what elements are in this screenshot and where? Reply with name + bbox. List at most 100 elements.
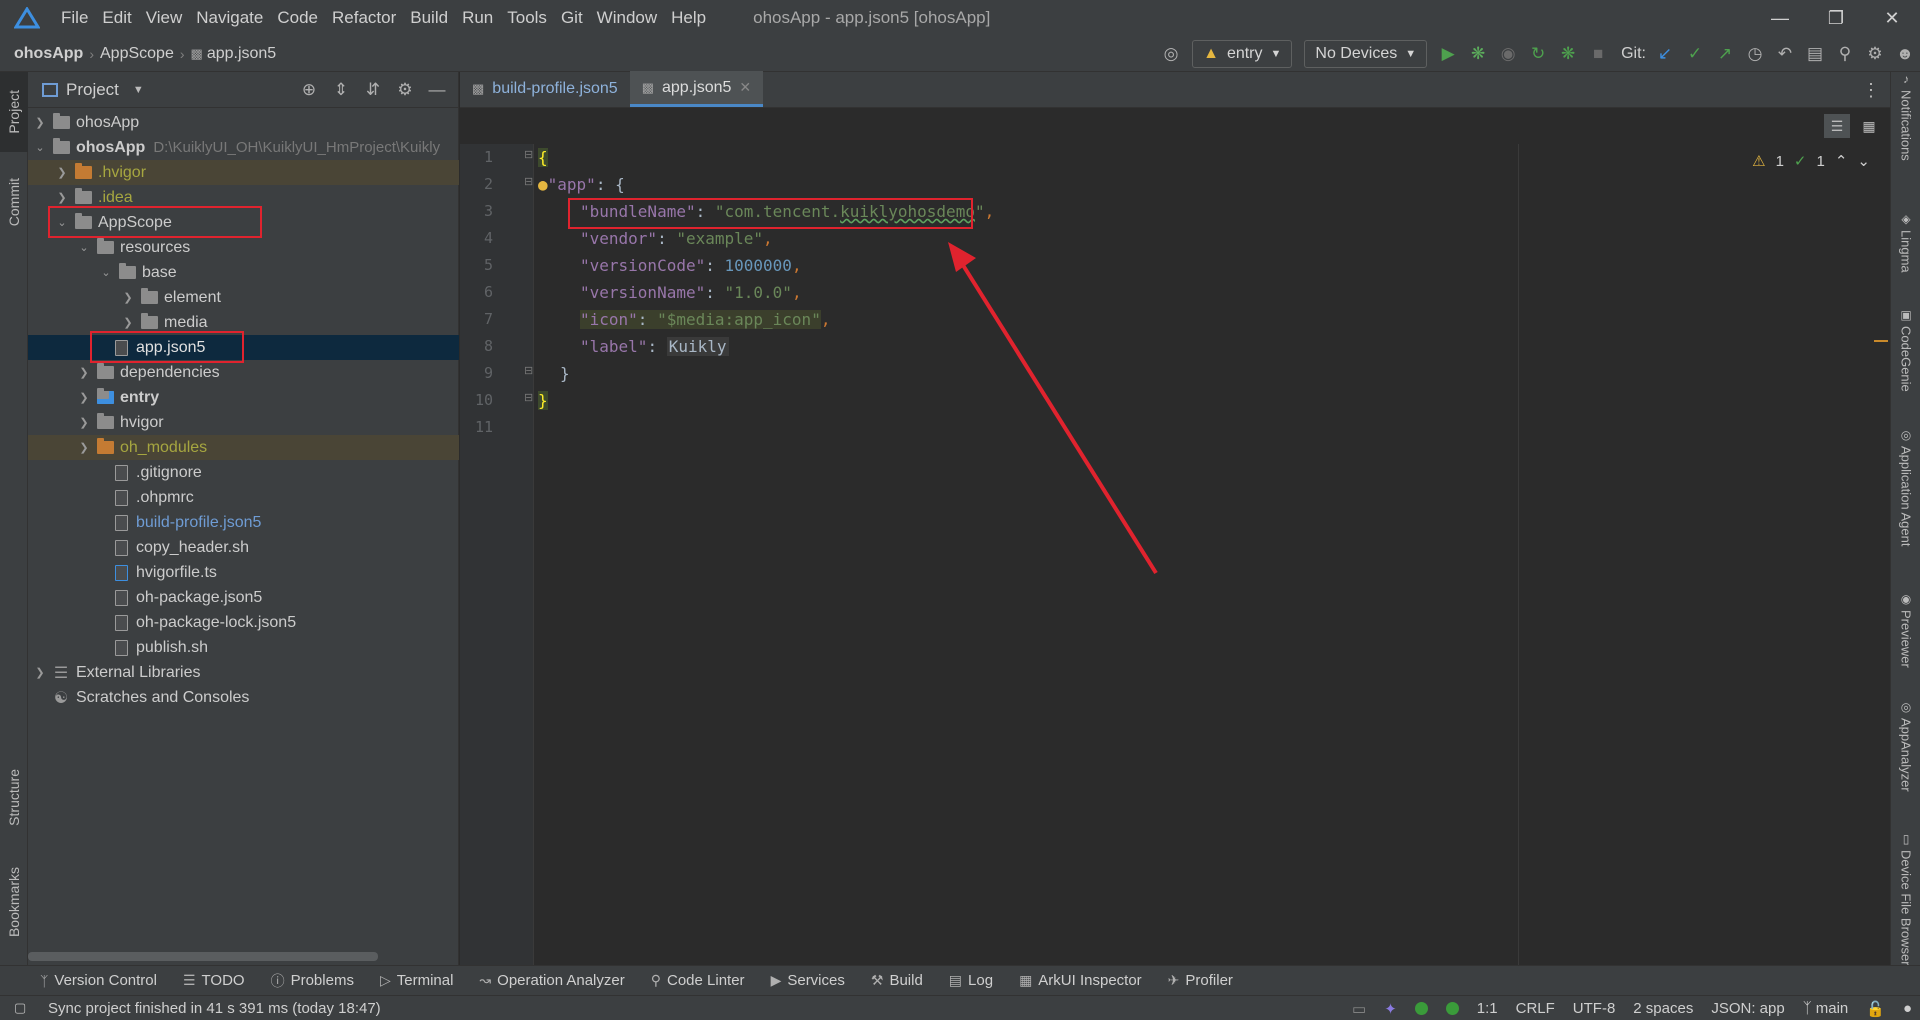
menu-window[interactable]: Window bbox=[590, 8, 664, 28]
chevron-right-icon[interactable]: ❯ bbox=[76, 391, 92, 404]
status-green-dot[interactable] bbox=[1414, 1002, 1428, 1015]
caret-position[interactable]: 1:1 bbox=[1477, 1000, 1498, 1017]
debug-icon[interactable]: ❋ bbox=[1463, 39, 1493, 69]
menu-file[interactable]: File bbox=[54, 8, 95, 28]
tool-todo[interactable]: ☰ TODO bbox=[183, 972, 245, 989]
status-green-dot[interactable] bbox=[1445, 1002, 1459, 1015]
breadcrumb-root[interactable]: ohosApp bbox=[14, 45, 83, 63]
alert-icon[interactable]: ● bbox=[1903, 1000, 1912, 1017]
menu-edit[interactable]: Edit bbox=[95, 8, 138, 28]
menu-view[interactable]: View bbox=[139, 8, 190, 28]
tab-build-profile[interactable]: ▩ build-profile.json5 bbox=[460, 71, 630, 107]
tree-item-base[interactable]: ⌄ base bbox=[28, 260, 459, 285]
tool-arkui-inspector[interactable]: ▦ ArkUI Inspector bbox=[1019, 972, 1142, 989]
menu-code[interactable]: Code bbox=[270, 8, 325, 28]
expand-all-icon[interactable]: ⇕ bbox=[326, 75, 356, 105]
minimize-icon[interactable]: — bbox=[1752, 0, 1808, 36]
tab-commit[interactable]: Commit bbox=[0, 162, 28, 242]
gear-icon[interactable]: ⚙ bbox=[1860, 39, 1890, 69]
chevron-right-icon[interactable]: ❯ bbox=[32, 116, 48, 129]
tool-code-linter[interactable]: ⚲ Code Linter bbox=[651, 972, 745, 989]
target-icon[interactable]: ◎ bbox=[1156, 39, 1186, 69]
git-commit-icon[interactable]: ✓ bbox=[1680, 39, 1710, 69]
tab-device-file-browser[interactable]: ▯ Device File Browser bbox=[1891, 832, 1920, 966]
tab-appanalyzer[interactable]: ◎ AppAnalyzer bbox=[1891, 700, 1920, 792]
tree-item-oh-modules[interactable]: ❯ oh_modules bbox=[28, 435, 459, 460]
run-icon[interactable]: ▶ bbox=[1433, 39, 1463, 69]
tree-item-dependencies[interactable]: ❯ dependencies bbox=[28, 360, 459, 385]
chevron-right-icon[interactable]: ❯ bbox=[120, 316, 136, 329]
chevron-down-icon[interactable]: ⌄ bbox=[98, 266, 114, 279]
fold-icon[interactable]: ⊟ bbox=[524, 148, 533, 161]
tool-services[interactable]: ▶ Services bbox=[771, 972, 845, 989]
chevron-right-icon[interactable]: ❯ bbox=[76, 441, 92, 454]
tool-profiler[interactable]: ✈ Profiler bbox=[1168, 972, 1233, 989]
more-options-icon[interactable]: ⋮ bbox=[1862, 80, 1880, 101]
tree-item-hvigor[interactable]: ❯ hvigor bbox=[28, 410, 459, 435]
fold-icon[interactable]: ⊟ bbox=[524, 364, 533, 377]
tree-item-element[interactable]: ❯ element bbox=[28, 285, 459, 310]
codegenie-status-icon[interactable]: ✦ bbox=[1384, 1000, 1397, 1018]
run-config-dropdown[interactable]: ▲ entry ▼ bbox=[1192, 40, 1293, 68]
tree-item-gitignore[interactable]: .gitignore bbox=[28, 460, 459, 485]
json-schema[interactable]: JSON: app bbox=[1711, 1000, 1784, 1017]
chevron-down-icon[interactable]: ⌄ bbox=[32, 141, 48, 154]
tab-app-json5[interactable]: ▩ app.json5 ✕ bbox=[629, 71, 764, 107]
breadcrumb-file[interactable]: app.json5 bbox=[207, 45, 276, 63]
stop-icon[interactable]: ■ bbox=[1583, 39, 1613, 69]
tree-item-resources[interactable]: ⌄ resources bbox=[28, 235, 459, 260]
menu-refactor[interactable]: Refactor bbox=[325, 8, 403, 28]
code-editor[interactable]: 1 2 3 4 5 6 7 8 9 10 11 ⊟ ⊟ ⊟ ⊟ { ●"app"… bbox=[460, 144, 1890, 965]
locate-icon[interactable]: ⊕ bbox=[294, 75, 324, 105]
collapse-all-icon[interactable]: ⇵ bbox=[358, 75, 388, 105]
tool-problems[interactable]: ⓘ Problems bbox=[271, 971, 354, 991]
tree-item-scratches[interactable]: ☯ Scratches and Consoles bbox=[28, 685, 459, 710]
lock-icon[interactable]: 🔓 bbox=[1866, 1000, 1885, 1018]
chevron-right-icon[interactable]: ❯ bbox=[54, 191, 70, 204]
tree-item-ohosapp-root[interactable]: ⌄ ohosApp D:\KuiklyUI_OH\KuiklyUI_HmProj… bbox=[28, 135, 459, 160]
tool-version-control[interactable]: ᛉ Version Control bbox=[40, 972, 157, 989]
menu-help[interactable]: Help bbox=[664, 8, 713, 28]
line-separator[interactable]: CRLF bbox=[1516, 1000, 1555, 1017]
history-icon[interactable]: ◷ bbox=[1740, 39, 1770, 69]
chevron-down-icon[interactable]: ⌄ bbox=[76, 241, 92, 254]
chevron-right-icon[interactable]: ❯ bbox=[76, 366, 92, 379]
git-push-icon[interactable]: ↗ bbox=[1710, 39, 1740, 69]
menu-tools[interactable]: Tools bbox=[500, 8, 554, 28]
tree-item-build-profile[interactable]: build-profile.json5 bbox=[28, 510, 459, 535]
account-icon[interactable]: ☻ bbox=[1890, 39, 1920, 69]
tree-item-oh-package[interactable]: oh-package.json5 bbox=[28, 585, 459, 610]
image-view-icon[interactable]: ▦ bbox=[1856, 114, 1882, 138]
chevron-right-icon[interactable]: ❯ bbox=[32, 666, 48, 679]
tree-item-ohosapp-external[interactable]: ❯ ohosApp bbox=[28, 110, 459, 135]
layout-toggle-icon[interactable]: ▢ bbox=[14, 1000, 26, 1016]
tool-build[interactable]: ⚒ Build bbox=[871, 972, 923, 989]
attach-icon[interactable]: ◉ bbox=[1493, 39, 1523, 69]
tool-log[interactable]: ▤ Log bbox=[949, 972, 993, 989]
tab-bookmarks[interactable]: Bookmarks bbox=[0, 852, 28, 952]
close-tab-icon[interactable]: ✕ bbox=[739, 79, 751, 96]
tab-lingma[interactable]: ◈ Lingma bbox=[1891, 212, 1920, 273]
fold-icon[interactable]: ⊟ bbox=[524, 175, 533, 188]
tree-item-publish[interactable]: publish.sh bbox=[28, 635, 459, 660]
menu-build[interactable]: Build bbox=[403, 8, 455, 28]
file-encoding[interactable]: UTF-8 bbox=[1573, 1000, 1616, 1017]
git-branch[interactable]: ᛉ main bbox=[1803, 1000, 1849, 1017]
menu-git[interactable]: Git bbox=[554, 8, 590, 28]
tree-item-ohpmrc[interactable]: .ohpmrc bbox=[28, 485, 459, 510]
apply-changes-icon[interactable]: ↻ bbox=[1523, 39, 1553, 69]
hide-icon[interactable]: — bbox=[422, 75, 452, 105]
tree-item-external-libraries[interactable]: ❯ ☰ External Libraries bbox=[28, 660, 459, 685]
git-update-icon[interactable]: ↙ bbox=[1650, 39, 1680, 69]
chevron-down-icon[interactable]: ▼ bbox=[133, 84, 144, 96]
menu-navigate[interactable]: Navigate bbox=[189, 8, 270, 28]
chevron-down-icon[interactable]: ⌄ bbox=[1857, 152, 1870, 170]
tab-previewer[interactable]: ◉ Previewer bbox=[1891, 592, 1920, 668]
close-icon[interactable]: ✕ bbox=[1864, 0, 1920, 36]
tree-item-hvigorfile[interactable]: hvigorfile.ts bbox=[28, 560, 459, 585]
device-dropdown[interactable]: No Devices ▼ bbox=[1304, 40, 1428, 68]
indent-setting[interactable]: 2 spaces bbox=[1633, 1000, 1693, 1017]
tab-project[interactable]: Project bbox=[0, 72, 28, 152]
tool-operation-analyzer[interactable]: ↝ Operation Analyzer bbox=[479, 972, 624, 989]
profile-icon[interactable]: ❋ bbox=[1553, 39, 1583, 69]
